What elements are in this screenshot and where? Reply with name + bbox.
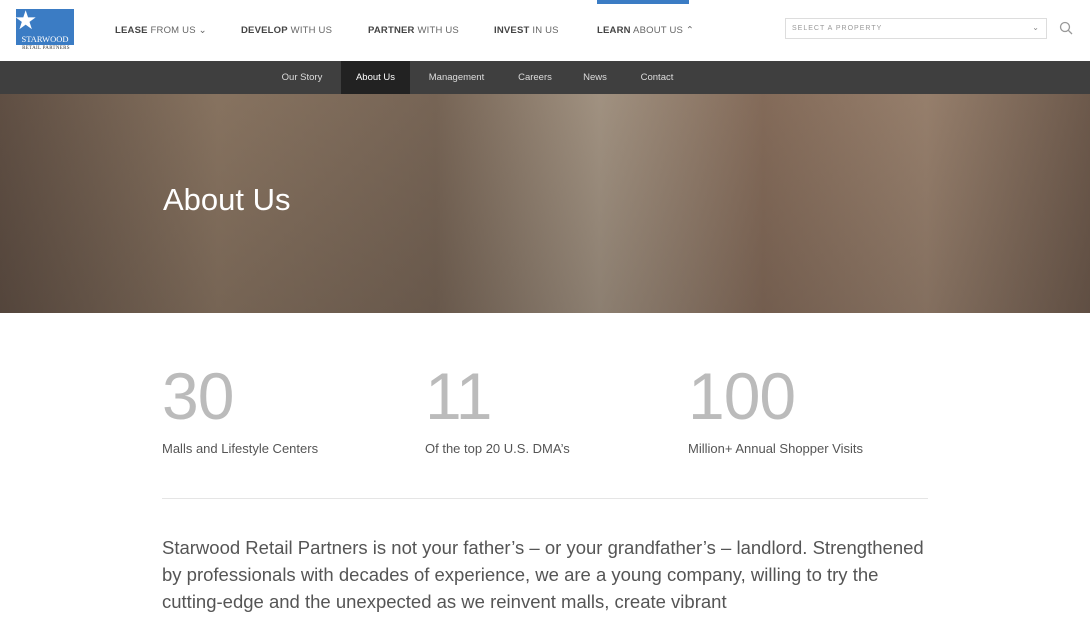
search-icon[interactable] [1059, 21, 1073, 35]
tab-careers[interactable]: Careers [508, 61, 562, 94]
chevron-up-icon: ⌃ [685, 25, 695, 36]
intro-paragraph: Starwood Retail Partners is not your fat… [162, 537, 924, 612]
hero-banner: About Us [0, 94, 1090, 313]
logo[interactable]: ★ STARWOOD RETAIL PARTNERS [16, 9, 76, 53]
stat-visits: 100 Million+ Annual Shopper Visits [688, 359, 864, 456]
chevron-down-icon: ⌄ [198, 25, 207, 36]
property-select[interactable]: SELECT A PROPERTY ⌄ [785, 18, 1047, 39]
divider [162, 498, 928, 499]
tab-contact[interactable]: Contact [630, 61, 684, 94]
tab-management[interactable]: Management [418, 61, 495, 94]
tab-about-us[interactable]: About Us [341, 61, 410, 94]
stat-dma: 11 Of the top 20 U.S. DMA’s [425, 359, 570, 456]
nav-lease[interactable]: LEASE FROM US ⌄ [115, 25, 207, 36]
stats-section: 30 Malls and Lifestyle Centers 11 Of the t… [0, 313, 1090, 499]
nav-partner[interactable]: PARTNER WITH US [368, 25, 459, 36]
chevron-down-icon: ⌄ [1032, 23, 1040, 32]
tab-news[interactable]: News [575, 61, 615, 94]
nav-learn[interactable]: LEARN ABOUT US ⌃ [597, 0, 694, 36]
sub-nav: Our Story About Us Management Careers Ne… [0, 61, 1090, 94]
page-title: About Us [163, 182, 291, 217]
nav-develop[interactable]: DEVELOP WITH US [241, 25, 332, 36]
nav-invest[interactable]: INVEST IN US [494, 25, 559, 36]
star-icon: ★ [16, 9, 38, 35]
stat-malls: 30 Malls and Lifestyle Centers [162, 359, 319, 456]
tab-our-story[interactable]: Our Story [270, 61, 334, 94]
header: ★ STARWOOD RETAIL PARTNERS LEASE FROM US … [0, 0, 1090, 61]
